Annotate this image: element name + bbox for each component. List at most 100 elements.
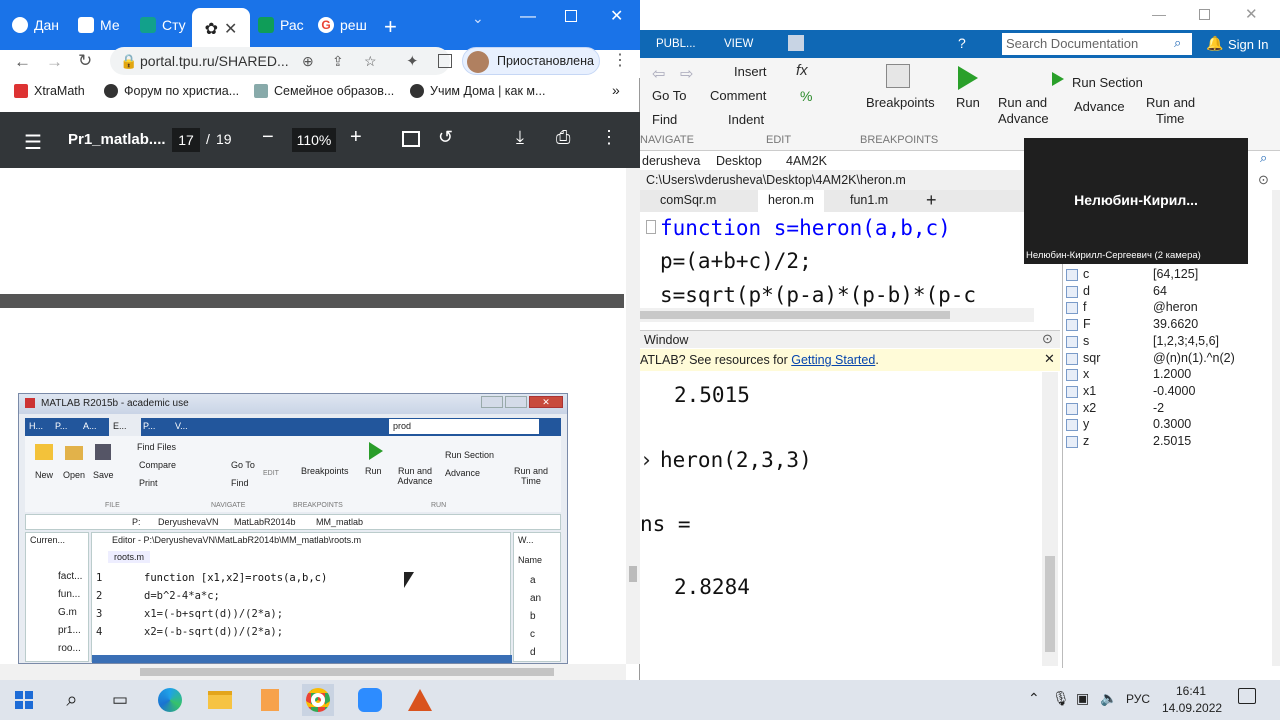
scroll-thumb[interactable]	[140, 668, 554, 676]
run-time-button[interactable]: Run and	[1146, 95, 1195, 110]
save-icon[interactable]	[788, 35, 804, 51]
rotate-icon[interactable]: ↺	[438, 127, 453, 148]
fit-page-icon[interactable]	[402, 131, 420, 147]
command-window-scrollbar[interactable]	[1042, 372, 1058, 666]
search-icon[interactable]: ⌕	[1260, 150, 1267, 166]
browser-tab[interactable]: Рас	[258, 8, 304, 42]
workspace-row[interactable]: sqr @(n)n(1).^n(2)	[1066, 351, 1266, 367]
indent-button[interactable]: Indent	[728, 112, 764, 127]
print-icon[interactable]: ⎙	[556, 127, 570, 148]
workspace-row[interactable]: x2 -2	[1066, 401, 1266, 417]
bookmark-item[interactable]: XtraMath	[14, 84, 85, 98]
zoom-lens-icon[interactable]: ⊕	[302, 47, 314, 75]
run-advance-button[interactable]: Run and	[998, 95, 1047, 110]
zoom-input[interactable]: 110%	[292, 128, 336, 152]
fx-icon[interactable]: fx	[796, 62, 808, 79]
download-icon[interactable]: ⤓	[516, 127, 524, 148]
browser-tab[interactable]: Ме	[78, 8, 120, 42]
workspace-row[interactable]: F 39.6620	[1066, 317, 1266, 333]
workspace-row[interactable]: z 2.5015	[1066, 434, 1266, 450]
menu-icon[interactable]: ⋮	[612, 50, 628, 70]
bookmark-item[interactable]: Семейное образов...	[254, 84, 394, 98]
forward-icon[interactable]: →	[46, 52, 63, 72]
matlab-taskbar-icon[interactable]	[404, 684, 436, 716]
share-icon[interactable]: ⇪	[332, 47, 344, 75]
scroll-thumb[interactable]	[1045, 556, 1055, 652]
run-button[interactable]: Run	[956, 95, 980, 110]
help-icon[interactable]: ?	[958, 35, 966, 51]
bookmark-item[interactable]: Учим Дома | как м...	[410, 84, 545, 98]
run-section-button[interactable]: Run Section	[1072, 75, 1143, 90]
add-tab-icon[interactable]: +	[926, 190, 937, 211]
page-input[interactable]: 17	[172, 128, 200, 152]
maximize-icon[interactable]	[565, 10, 577, 22]
breakpoints-button[interactable]: Breakpoints	[866, 95, 935, 110]
window-close-icon[interactable]: ✕	[610, 6, 623, 26]
zoom-in-icon[interactable]: +	[350, 126, 362, 149]
notes-app-icon[interactable]	[254, 684, 286, 716]
close-icon[interactable]: ✕	[1245, 5, 1258, 23]
minimize-icon[interactable]: —	[520, 8, 536, 26]
sign-in-link[interactable]: Sign In	[1228, 37, 1268, 52]
goto-button[interactable]: Go To	[652, 88, 686, 103]
workspace-row[interactable]: d 64	[1066, 284, 1266, 300]
url-input[interactable]: 🔒 portal.tpu.ru/SHARED... ⊕ ⇪ ☆	[110, 47, 450, 75]
fold-icon[interactable]	[646, 220, 656, 234]
comment-button[interactable]: Comment	[710, 88, 766, 103]
tab-publish[interactable]: PUBL...	[656, 38, 696, 50]
show-hidden-icons-icon[interactable]: ⌃	[1028, 690, 1040, 707]
workspace-scrollbar[interactable]	[1272, 190, 1280, 666]
editor-tab[interactable]: fun1.m	[850, 193, 888, 207]
workspace-row[interactable]: s [1,2,3;4,5,6]	[1066, 334, 1266, 350]
minimize-icon[interactable]: —	[1152, 6, 1166, 22]
breadcrumb-item[interactable]: Desktop	[716, 154, 762, 168]
star-icon[interactable]: ☆	[364, 47, 377, 75]
scroll-thumb[interactable]	[640, 311, 950, 319]
browser-tab[interactable]: G реш	[318, 8, 367, 42]
breadcrumb-item[interactable]: 4AM2K	[786, 154, 827, 168]
back-arrow-icon[interactable]: ⇦	[652, 64, 665, 84]
run-time-button-line2[interactable]: Time	[1156, 111, 1184, 126]
editor-tab-active[interactable]: heron.m	[758, 190, 824, 212]
find-button[interactable]: Find	[652, 112, 677, 127]
percent-icon[interactable]: %	[800, 88, 812, 104]
back-icon[interactable]: ←	[14, 52, 31, 72]
forward-arrow-icon[interactable]: ⇨	[680, 64, 693, 84]
file-explorer-icon[interactable]	[204, 684, 236, 716]
profile-button[interactable]: Приостановлена	[462, 47, 600, 75]
search-documentation-input[interactable]: Search Documentation ⌕	[1002, 33, 1192, 55]
bookmark-item[interactable]: Форум по христиа...	[104, 84, 239, 98]
edge-icon[interactable]	[154, 684, 186, 716]
language-indicator[interactable]: РУС	[1126, 692, 1150, 706]
browser-tab-active[interactable]: ✿ ✕	[192, 8, 250, 50]
clock-time[interactable]: 16:41	[1176, 684, 1206, 698]
horizontal-scrollbar[interactable]	[0, 664, 626, 680]
run-advance-button-line2[interactable]: Advance	[998, 111, 1049, 126]
panel-menu-icon[interactable]: ⊙	[1042, 331, 1053, 347]
vertical-scrollbar[interactable]	[626, 168, 640, 664]
volume-icon[interactable]: 🔈	[1100, 690, 1117, 707]
notification-bell-icon[interactable]: 🔔	[1206, 35, 1223, 52]
tab-view[interactable]: VIEW	[724, 38, 753, 50]
scroll-thumb[interactable]	[629, 566, 637, 582]
breadcrumb-item[interactable]: derusheva	[642, 154, 700, 168]
video-participant-tile[interactable]: Нелюбин-Кирил... Нелюбин-Кирилл-Сергееви…	[1024, 138, 1248, 264]
task-view-icon[interactable]: ▭	[104, 684, 136, 716]
chevron-right-icon[interactable]: »	[612, 82, 620, 98]
hamburger-icon[interactable]: ☰	[24, 130, 42, 155]
workspace-row[interactable]: c [64,125]	[1066, 267, 1266, 283]
advance-button[interactable]: Advance	[1074, 99, 1125, 114]
notifications-icon[interactable]	[1238, 688, 1256, 704]
reload-icon[interactable]: ↻	[78, 51, 92, 71]
zoom-taskbar-icon[interactable]	[354, 684, 386, 716]
chrome-taskbar-icon[interactable]	[302, 684, 334, 716]
workspace-row[interactable]: y 0.3000	[1066, 417, 1266, 433]
extensions-icon[interactable]: ✦	[406, 52, 419, 70]
side-panel-icon[interactable]	[438, 54, 452, 68]
new-tab-icon[interactable]: +	[384, 14, 397, 40]
workspace-row[interactable]: x 1.2000	[1066, 367, 1266, 383]
search-icon[interactable]: ⌕	[56, 684, 88, 716]
more-icon[interactable]: ⋮	[600, 127, 618, 148]
workspace-row[interactable]: x1 -0.4000	[1066, 384, 1266, 400]
tab-search-icon[interactable]: ⌄	[472, 10, 484, 27]
